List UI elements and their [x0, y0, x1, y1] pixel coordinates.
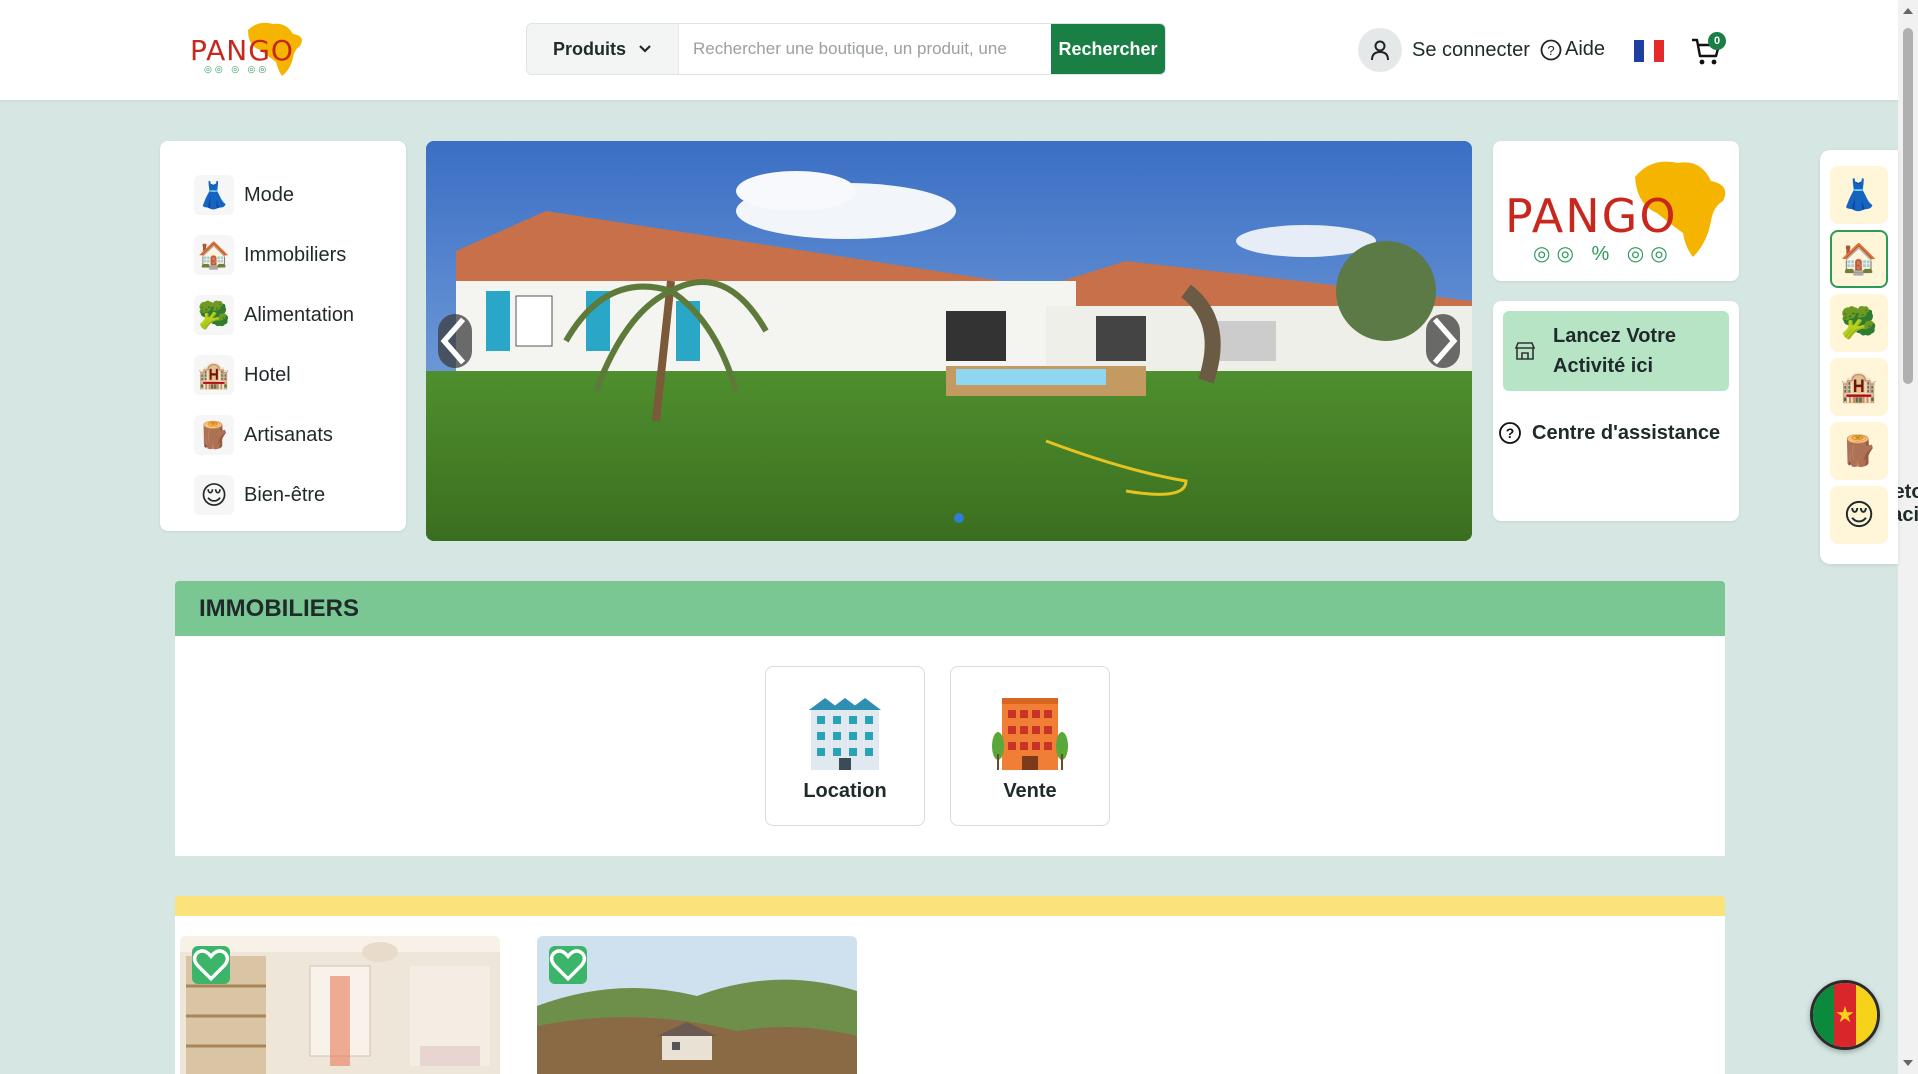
apartment-building-icon — [809, 698, 881, 770]
category-item-bien-etre[interactable]: 😌 Bien-être — [160, 465, 406, 525]
launch-activity-button[interactable]: Lancez Votre Activité ici — [1503, 311, 1729, 391]
category-item-immobiliers[interactable]: 🏠 Immobiliers — [160, 225, 406, 285]
category-menu: 👗 Mode 🏠 Immobiliers 🥦 Alimentation 🏨 Ho… — [160, 141, 406, 531]
category-item-alimentation[interactable]: 🥦 Alimentation — [160, 285, 406, 345]
scroll-up-arrow[interactable] — [1903, 8, 1913, 14]
category-dropdown-label: Produits — [552, 38, 626, 59]
country-flag-cameroon-button[interactable]: ★ — [1810, 980, 1880, 1050]
chevron-right-icon — [1432, 317, 1458, 365]
favorite-button[interactable] — [549, 946, 587, 984]
heart-icon — [192, 949, 230, 982]
rail-hotel-icon[interactable]: 🏨 — [1830, 358, 1888, 416]
section-header-immobiliers: IMMOBILIERS — [175, 581, 1725, 636]
user-icon — [1371, 40, 1389, 61]
craft-icon: 🪵 — [194, 415, 234, 455]
help-center-link[interactable]: ? Centre d'assistance — [1498, 421, 1720, 445]
chevron-down-icon — [639, 45, 651, 53]
category-label: Bien-être — [244, 483, 326, 506]
wellness-icon: 😌 — [194, 475, 234, 515]
category-label: Alimentation — [244, 303, 355, 326]
logo-text: PANGO — [190, 34, 294, 67]
tile-vente[interactable]: Vente — [950, 666, 1110, 826]
carousel-dot-active[interactable] — [954, 513, 964, 523]
tile-vente-label: Vente — [1003, 780, 1057, 802]
question-circle-icon: ? — [1540, 39, 1562, 60]
launch-activity-label: Lancez Votre Activité ici — [1553, 325, 1676, 377]
fashion-icon: 👗 — [194, 175, 234, 215]
svg-text:?: ? — [1506, 425, 1515, 441]
category-label: Hotel — [244, 363, 291, 386]
rail-wellness-icon[interactable]: 😌 — [1830, 486, 1888, 544]
immobiliers-section: Location Vente — [175, 636, 1725, 856]
category-label: Artisanats — [244, 423, 333, 446]
user-avatar — [1358, 28, 1402, 72]
star-icon: ★ — [1835, 1002, 1855, 1027]
heart-icon — [549, 949, 587, 982]
store-icon — [1514, 342, 1536, 360]
favorite-button[interactable] — [192, 946, 230, 984]
hero-carousel[interactable] — [426, 141, 1472, 541]
listing-card[interactable] — [537, 936, 857, 1074]
brand-logo-card: PANGO ◎◎ % ◎◎ — [1493, 141, 1739, 281]
building-for-sale-icon — [992, 698, 1068, 770]
search-input[interactable] — [679, 24, 1051, 74]
cart-count-badge: 0 — [1708, 32, 1726, 50]
rail-fashion-icon[interactable]: 👗 — [1830, 166, 1888, 224]
listing-card[interactable] — [180, 936, 500, 1074]
tile-location-label: Location — [803, 780, 887, 802]
help-center-label: Centre d'assistance — [1532, 421, 1721, 444]
scroll-down-arrow[interactable] — [1903, 1060, 1913, 1066]
language-flag-fr[interactable] — [1634, 40, 1664, 62]
logo-text-large: PANGO — [1505, 189, 1678, 243]
page-scrollbar[interactable] — [1898, 0, 1918, 1074]
logo-symbols: ◎◎ % ◎◎ — [1533, 243, 1674, 265]
top-header: PANGO ◎◎ ◎ ◎◎ Produits Rechercher Se con… — [0, 0, 1898, 100]
scroll-thumb[interactable] — [1903, 28, 1913, 384]
category-item-hotel[interactable]: 🏨 Hotel — [160, 345, 406, 405]
category-label: Mode — [244, 183, 295, 206]
rail-food-icon[interactable]: 🥦 — [1830, 294, 1888, 352]
category-dropdown[interactable]: Produits — [527, 24, 679, 74]
chevron-left-icon — [440, 317, 466, 365]
logo-symbols: ◎◎ ◎ ◎◎ — [204, 64, 270, 74]
category-label: Immobiliers — [244, 243, 347, 266]
listing-section — [175, 916, 1725, 1074]
search-bar: Produits Rechercher — [526, 23, 1166, 75]
question-circle-icon: ? — [1499, 422, 1521, 444]
tile-location[interactable]: Location — [765, 666, 925, 826]
food-icon: 🥦 — [194, 295, 234, 335]
carousel-image-house-pool — [426, 141, 1472, 541]
help-label: Aide — [1565, 38, 1606, 60]
real-estate-icon: 🏠 — [194, 235, 234, 275]
search-button[interactable]: Rechercher — [1051, 24, 1165, 74]
category-quick-rail: 👗 🏠 🥦 🏨 🪵 😌 — [1820, 150, 1898, 564]
category-item-artisanats[interactable]: 🪵 Artisanats — [160, 405, 406, 465]
svg-text:?: ? — [1547, 43, 1554, 58]
section-title: IMMOBILIERS — [199, 594, 359, 622]
rail-real-estate-icon[interactable]: 🏠 — [1830, 230, 1888, 288]
rail-craft-icon[interactable]: 🪵 — [1830, 422, 1888, 480]
login-link[interactable]: Se connecter — [1358, 28, 1530, 72]
login-label: Se connecter — [1412, 38, 1530, 61]
help-link[interactable]: ? Aide — [1540, 38, 1605, 61]
carousel-prev-button[interactable] — [438, 314, 472, 368]
listing-section-header — [175, 896, 1725, 916]
carousel-next-button[interactable] — [1426, 314, 1460, 368]
hotel-icon: 🏨 — [194, 355, 234, 395]
side-action-card: Lancez Votre Activité ici ? Centre d'ass… — [1493, 301, 1918, 526]
brand-logo[interactable]: PANGO ◎◎ ◎ ◎◎ — [190, 20, 308, 78]
category-item-mode[interactable]: 👗 Mode — [160, 165, 406, 225]
